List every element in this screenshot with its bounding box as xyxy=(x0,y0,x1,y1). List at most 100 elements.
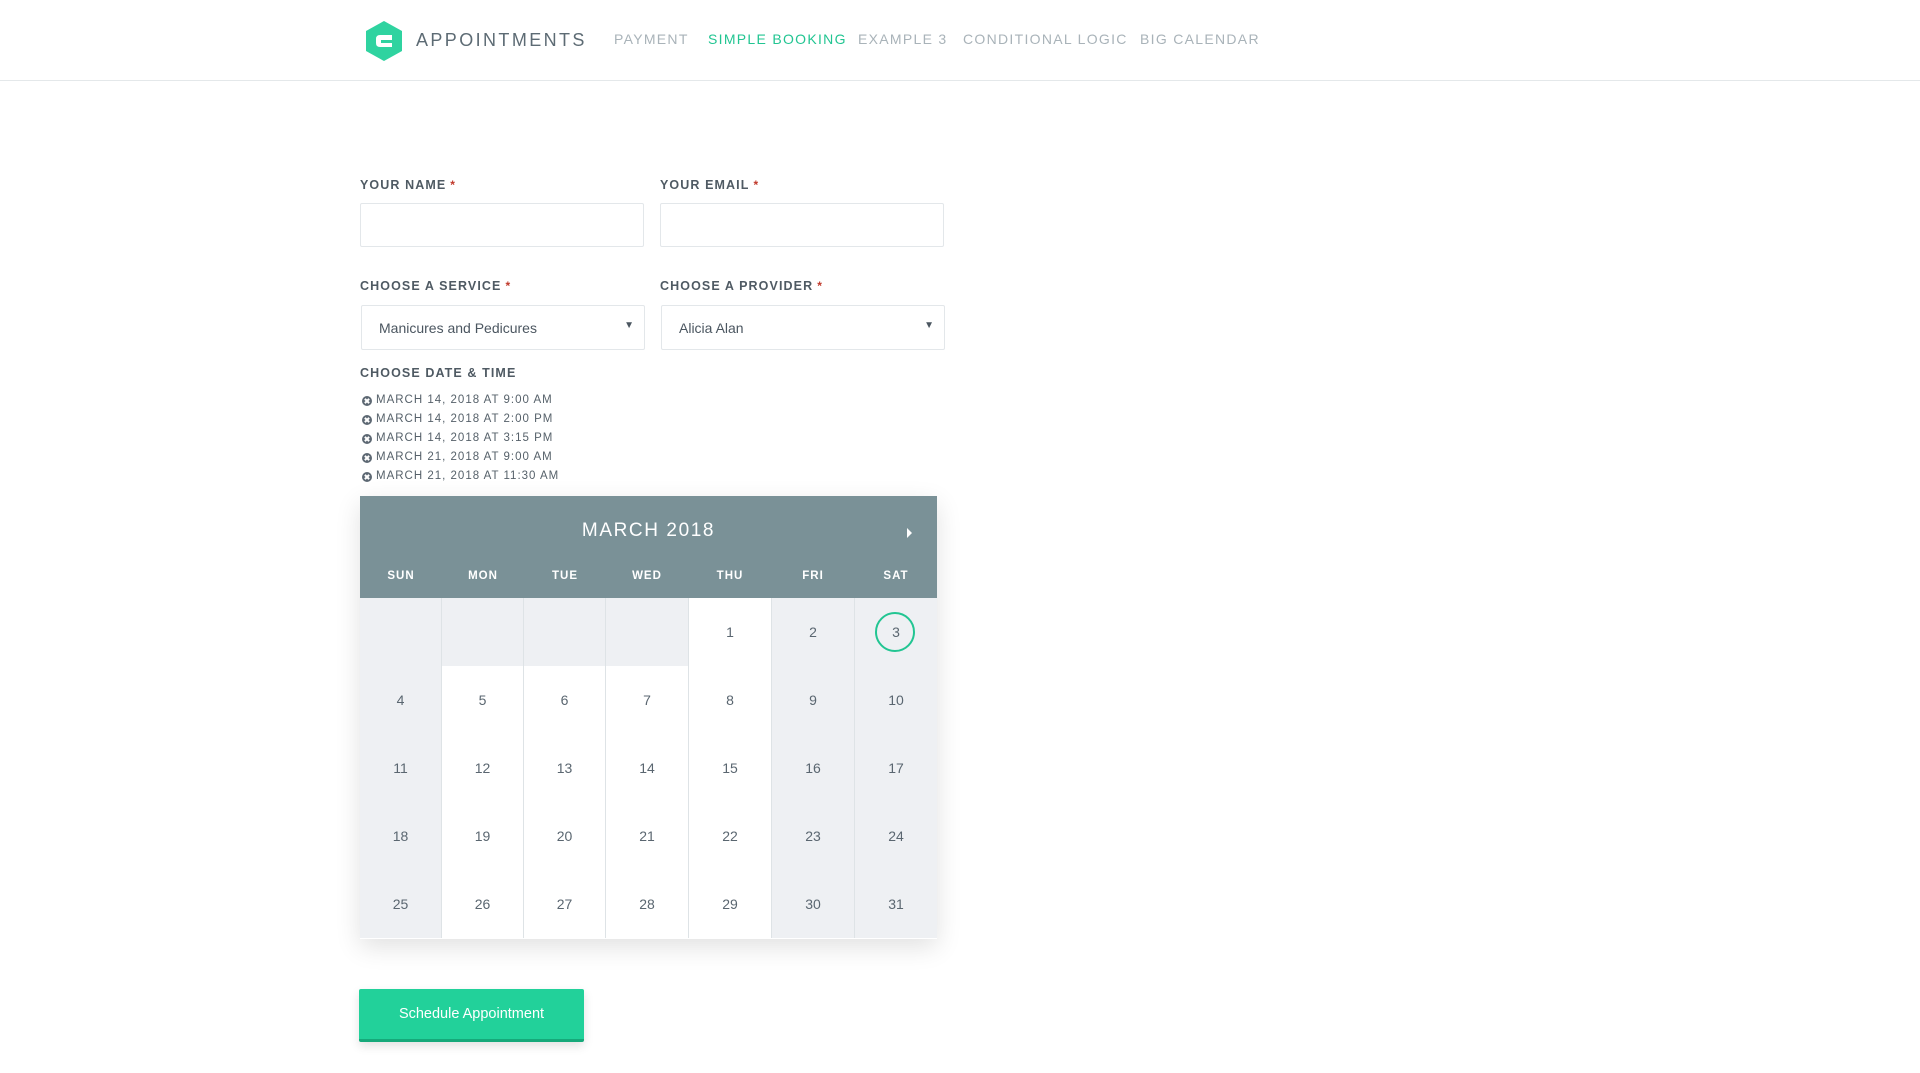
calendar-day-cell[interactable]: 7 xyxy=(606,666,689,734)
calendar-day-cell[interactable]: 25 xyxy=(360,870,442,938)
calendar-day-cell[interactable]: 15 xyxy=(689,734,772,802)
top-navbar: APPOINTMENTS PAYMENT SIMPLE BOOKING EXAM… xyxy=(0,0,1920,81)
provider-select-value: Alicia Alan xyxy=(679,320,744,336)
remove-slot-icon[interactable] xyxy=(362,472,372,482)
selected-slot[interactable]: MARCH 21, 2018 AT 11:30 AM xyxy=(362,470,559,489)
day-number: 11 xyxy=(393,760,408,776)
brand-name[interactable]: APPOINTMENTS xyxy=(416,30,587,51)
calendar-day-cell[interactable]: 4 xyxy=(360,666,442,734)
calendar-day-cell[interactable]: 12 xyxy=(442,734,524,802)
nav-conditional-logic[interactable]: CONDITIONAL LOGIC xyxy=(963,31,1128,47)
calendar-day-cell[interactable]: 22 xyxy=(689,802,772,870)
calendar-day-cell[interactable]: 20 xyxy=(524,802,606,870)
calendar-day-cell[interactable]: 17 xyxy=(855,734,937,802)
selected-slot[interactable]: MARCH 14, 2018 AT 9:00 AM xyxy=(362,394,559,413)
brand-logo-icon[interactable] xyxy=(362,19,406,63)
day-number: 25 xyxy=(392,896,409,912)
day-number: 3 xyxy=(892,624,900,640)
selected-slot[interactable]: MARCH 14, 2018 AT 2:00 PM xyxy=(362,413,559,432)
calendar-day-cell[interactable]: 18 xyxy=(360,802,442,870)
calendar-month-title: MARCH 2018 xyxy=(581,520,716,541)
day-number: 15 xyxy=(722,760,738,776)
remove-slot-icon[interactable] xyxy=(362,434,372,444)
day-number: 22 xyxy=(722,828,738,844)
calendar-empty-cell xyxy=(606,598,689,666)
provider-label-text: CHOOSE A PROVIDER xyxy=(660,279,814,293)
calendar-day-cell[interactable]: 26 xyxy=(442,870,524,938)
remove-slot-icon[interactable] xyxy=(362,396,372,406)
day-number: 10 xyxy=(888,692,904,708)
calendar-day-cell[interactable]: 30 xyxy=(772,870,855,938)
selected-slot-list: MARCH 14, 2018 AT 9:00 AM MARCH 14, 2018… xyxy=(362,394,559,489)
weekday-label: TUE xyxy=(552,570,578,582)
slot-text: MARCH 21, 2018 AT 9:00 AM xyxy=(376,451,553,463)
day-number: 23 xyxy=(805,828,821,844)
calendar-day-cell[interactable]: 5 xyxy=(442,666,524,734)
nav-example-3[interactable]: EXAMPLE 3 xyxy=(858,31,948,47)
day-number: 9 xyxy=(809,692,817,708)
weekday-label: FRI xyxy=(802,570,824,582)
calendar-day-cell[interactable]: 8 xyxy=(689,666,772,734)
day-number: 6 xyxy=(560,692,569,708)
email-input[interactable] xyxy=(660,203,944,247)
calendar-day-cell[interactable]: 31 xyxy=(855,870,937,938)
calendar-day-cell[interactable]: 19 xyxy=(442,802,524,870)
slot-text: MARCH 21, 2018 AT 11:30 AM xyxy=(376,470,560,482)
next-month-arrow-icon[interactable] xyxy=(900,524,918,542)
day-number: 18 xyxy=(392,828,409,844)
day-number: 20 xyxy=(556,828,573,844)
calendar-day-cell[interactable]: 27 xyxy=(524,870,606,938)
day-number: 21 xyxy=(639,828,655,844)
calendar-day-cell[interactable]: 21 xyxy=(606,802,689,870)
calendar-day-cell[interactable]: 28 xyxy=(606,870,689,938)
slot-text: MARCH 14, 2018 AT 2:00 PM xyxy=(376,413,554,425)
required-mark: * xyxy=(817,279,823,293)
calendar-day-cell[interactable]: 13 xyxy=(524,734,606,802)
weekday-label: WED xyxy=(632,570,662,582)
calendar-day-cell[interactable]: 6 xyxy=(524,666,606,734)
calendar-day-cell[interactable]: 23 xyxy=(772,802,855,870)
day-number: 17 xyxy=(888,760,904,776)
calendar-day-cell[interactable]: 29 xyxy=(689,870,772,938)
calendar-day-cell[interactable]: 14 xyxy=(606,734,689,802)
required-mark: * xyxy=(505,279,512,293)
calendar-day-cell[interactable]: 24 xyxy=(855,802,937,870)
slot-text: MARCH 14, 2018 AT 3:15 PM xyxy=(376,432,554,444)
day-number: 2 xyxy=(809,624,817,640)
name-input[interactable] xyxy=(360,203,644,247)
selected-slot[interactable]: MARCH 21, 2018 AT 9:00 AM xyxy=(362,451,559,470)
name-label: YOUR NAME * xyxy=(360,178,456,192)
calendar-day-cell[interactable]: 10 xyxy=(855,666,937,734)
schedule-appointment-button[interactable]: Schedule Appointment xyxy=(359,989,584,1042)
selected-slot[interactable]: MARCH 14, 2018 AT 3:15 PM xyxy=(362,432,559,451)
day-number: 16 xyxy=(805,760,821,776)
day-number: 4 xyxy=(396,692,405,708)
required-mark: * xyxy=(450,178,457,192)
calendar-day-cell[interactable]: 3 xyxy=(855,598,937,666)
calendar-empty-cell xyxy=(360,598,442,666)
day-number: 12 xyxy=(474,760,491,776)
service-label: CHOOSE A SERVICE * xyxy=(360,279,511,293)
calendar-day-cell[interactable]: 11 xyxy=(360,734,442,802)
calendar-header: MARCH 2018 SUN MON TUE WED THU FRI SAT xyxy=(360,496,937,598)
calendar-day-cell[interactable]: 1 xyxy=(689,598,772,666)
calendar-day-cell[interactable]: 16 xyxy=(772,734,855,802)
slot-text: MARCH 14, 2018 AT 9:00 AM xyxy=(376,394,553,406)
day-number: 29 xyxy=(722,896,738,912)
calendar-day-cell[interactable]: 9 xyxy=(772,666,855,734)
service-select[interactable]: Manicures and Pedicures ▼ xyxy=(361,305,645,350)
remove-slot-icon[interactable] xyxy=(362,453,372,463)
nav-big-calendar[interactable]: BIG CALENDAR xyxy=(1140,31,1260,47)
remove-slot-icon[interactable] xyxy=(362,415,372,425)
nav-simple-booking[interactable]: SIMPLE BOOKING xyxy=(708,31,847,47)
day-number: 30 xyxy=(805,896,821,912)
day-number: 31 xyxy=(888,896,904,912)
calendar-day-cell[interactable]: 2 xyxy=(772,598,855,666)
nav-payment[interactable]: PAYMENT xyxy=(614,31,689,47)
email-label: YOUR EMAIL * xyxy=(660,178,759,192)
datetime-label: CHOOSE DATE & TIME xyxy=(360,366,517,380)
day-number: 24 xyxy=(888,828,904,844)
weekday-label: MON xyxy=(468,570,498,582)
day-number: 8 xyxy=(726,692,734,708)
provider-select[interactable]: Alicia Alan ▼ xyxy=(661,305,945,350)
